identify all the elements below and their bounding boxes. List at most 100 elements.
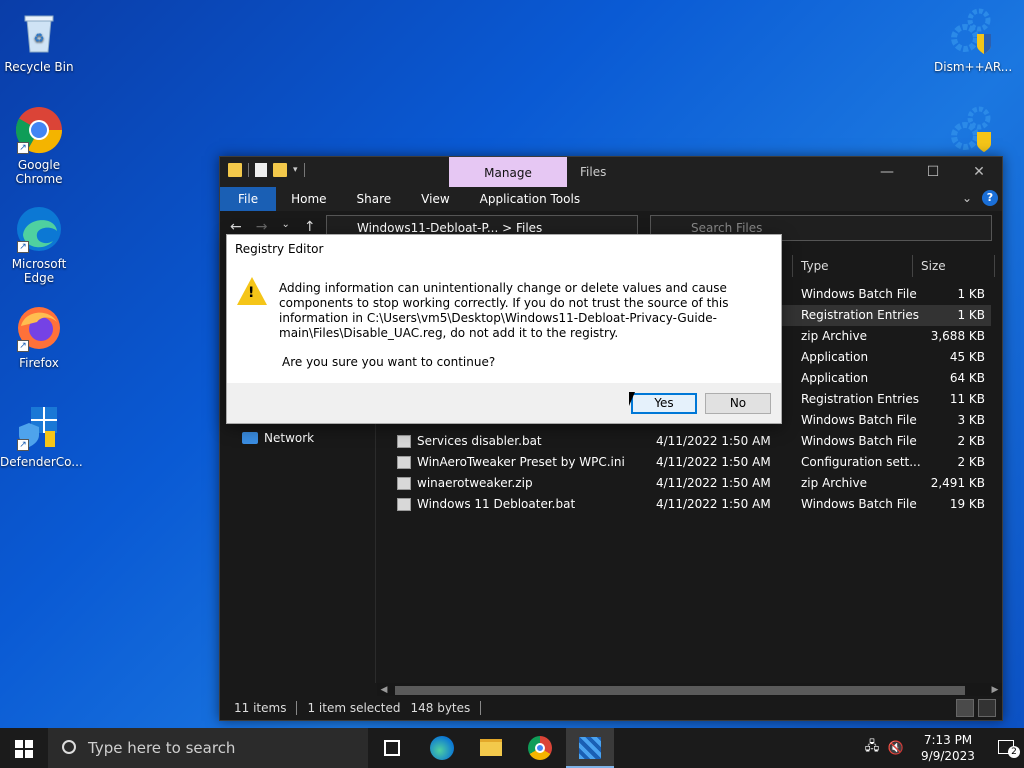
mouse-cursor-icon [629, 392, 635, 406]
file-type: Windows Batch File [801, 413, 917, 427]
file-size: 64 KB [949, 371, 985, 385]
tab-home[interactable]: Home [276, 187, 341, 211]
chrome-center-icon [535, 743, 545, 753]
recent-chevron-icon[interactable]: ⌄ [281, 219, 289, 235]
new-folder-icon[interactable] [273, 163, 287, 177]
horizontal-scrollbar[interactable]: ◀ ▶ [377, 683, 1002, 697]
table-row[interactable]: Services disabler.bat 4/11/2022 1:50 AM Wi… [391, 431, 991, 452]
task-view-button[interactable] [368, 728, 416, 768]
clock[interactable]: 7:13 PM 9/9/2023 [908, 732, 988, 764]
desktop-icon-recycle-bin[interactable]: ♻ Recycle Bin [0, 8, 78, 74]
desktop-icon-label: Firefox [19, 356, 59, 370]
status-selected: 1 item selected [307, 701, 401, 715]
details-view-icon[interactable] [956, 699, 974, 717]
windows-logo-icon [15, 740, 33, 758]
notification-count: 2 [1008, 746, 1020, 758]
close-icon[interactable]: ✕ [956, 157, 1002, 187]
column-header-type[interactable]: Type [801, 255, 829, 277]
recycle-bin-icon: ♻ [15, 8, 63, 56]
file-type: zip Archive [801, 476, 867, 490]
large-icons-view-icon[interactable] [978, 699, 996, 717]
desktop-icon-label: Dism++AR... [934, 60, 1013, 74]
properties-icon[interactable] [255, 163, 267, 177]
scroll-left-icon[interactable]: ◀ [377, 683, 391, 697]
start-button[interactable] [0, 728, 48, 768]
table-row[interactable]: WinAeroTweaker Preset by WPC.ini 4/11/202… [391, 452, 991, 473]
up-arrow-icon[interactable]: ↑ [304, 219, 316, 235]
scroll-right-icon[interactable]: ▶ [988, 683, 1002, 697]
registry-editor-dialog: Registry Editor ! Adding information can… [226, 234, 782, 424]
view-buttons [956, 699, 996, 717]
taskbar-file-explorer[interactable] [467, 728, 515, 768]
file-name: WinAeroTweaker Preset by WPC.ini [417, 455, 625, 469]
help-icon[interactable]: ? [982, 190, 998, 206]
table-row[interactable]: winaerotweaker.zip 4/11/2022 1:50 AM zip A… [391, 473, 991, 494]
column-separator [792, 255, 793, 277]
tab-application-tools[interactable]: Application Tools [465, 187, 595, 211]
file-name: winaerotweaker.zip [417, 476, 533, 490]
dism-gear-icon [949, 8, 997, 56]
shortcut-arrow-icon: ↗ [17, 142, 29, 154]
desktop-icon-dism[interactable]: Dism++AR... [934, 8, 1012, 74]
taskbar-chrome[interactable] [516, 728, 564, 768]
minimize-icon[interactable]: — [864, 157, 910, 187]
title-bar[interactable]: ▾ Manage Files — ☐ ✕ [220, 157, 1002, 187]
network-tray-icon[interactable]: 🖧 [860, 737, 884, 759]
taskbar-search-placeholder: Type here to search [88, 739, 236, 757]
file-type: zip Archive [801, 329, 867, 343]
file-type: Configuration sett... [801, 455, 921, 469]
desktop-icon-firefox[interactable]: ↗ Firefox [0, 304, 78, 370]
scrollbar-thumb[interactable] [395, 686, 965, 695]
taskbar-edge[interactable] [418, 728, 466, 768]
desktop-icon-label: Recycle Bin [4, 60, 74, 74]
taskbar-search-box[interactable]: Type here to search [48, 728, 368, 768]
yes-button[interactable]: Yes [631, 393, 697, 414]
column-separator [994, 255, 995, 277]
maximize-icon[interactable]: ☐ [910, 157, 956, 187]
expand-ribbon-icon[interactable]: ⌄ [962, 191, 972, 205]
nav-item-label: Network [264, 431, 315, 445]
file-name: Windows 11 Debloater.bat [417, 497, 576, 511]
nav-item-network[interactable]: Network [242, 431, 314, 445]
status-bytes: 148 bytes [410, 701, 471, 715]
system-tray: 🖧 🔇 7:13 PM 9/9/2023 2 [860, 728, 1024, 768]
file-type: Registration Entries [801, 308, 919, 322]
volume-muted-icon[interactable]: 🔇 [884, 741, 908, 756]
notification-center-button[interactable]: 2 [988, 728, 1024, 768]
desktop-icon-label: DefenderCo... [0, 455, 83, 469]
file-icon [397, 456, 411, 469]
dism-gear-icon [949, 106, 997, 154]
taskbar-registry-editor[interactable] [566, 728, 614, 768]
file-size: 1 KB [957, 308, 985, 322]
column-header-size[interactable]: Size [921, 255, 946, 277]
navigation-buttons: ← → ⌄ ↑ [230, 219, 316, 235]
file-date: 4/11/2022 1:50 AM [656, 476, 771, 490]
desktop-icon-dism-2[interactable] [934, 106, 1012, 158]
column-separator [912, 255, 913, 277]
edge-icon [430, 736, 454, 760]
file-size: 2 KB [957, 434, 985, 448]
chevron-down-icon[interactable]: ▾ [293, 165, 298, 175]
table-row[interactable]: Windows 11 Debloater.bat 4/11/2022 1:50 A… [391, 494, 991, 515]
dialog-question: Are you sure you want to continue? [282, 355, 496, 369]
dialog-title[interactable]: Registry Editor [227, 235, 781, 263]
desktop-icon-chrome[interactable]: ↗ Google Chrome [0, 106, 78, 186]
tab-manage[interactable]: Manage [449, 157, 567, 187]
ribbon-tabs: File Home Share View Application Tools ⌄… [220, 187, 1002, 211]
svg-text:♻: ♻ [34, 31, 45, 45]
file-type: Application [801, 350, 869, 364]
tab-view[interactable]: View [406, 187, 464, 211]
back-arrow-icon[interactable]: ← [230, 219, 242, 235]
shortcut-arrow-icon: ↗ [17, 439, 29, 451]
file-size: 3,688 KB [930, 329, 985, 343]
desktop-icon-label: Microsoft Edge [11, 257, 67, 285]
window-title: Files [580, 165, 607, 179]
file-icon [397, 435, 411, 448]
forward-arrow-icon[interactable]: → [256, 219, 268, 235]
tab-share[interactable]: Share [342, 187, 407, 211]
file-size: 19 KB [949, 497, 985, 511]
desktop-icon-edge[interactable]: ↗ Microsoft Edge [0, 205, 78, 285]
tab-file[interactable]: File [220, 187, 277, 211]
no-button[interactable]: No [705, 393, 771, 414]
desktop-icon-defender-control[interactable]: ↗ DefenderCo... [0, 403, 83, 469]
